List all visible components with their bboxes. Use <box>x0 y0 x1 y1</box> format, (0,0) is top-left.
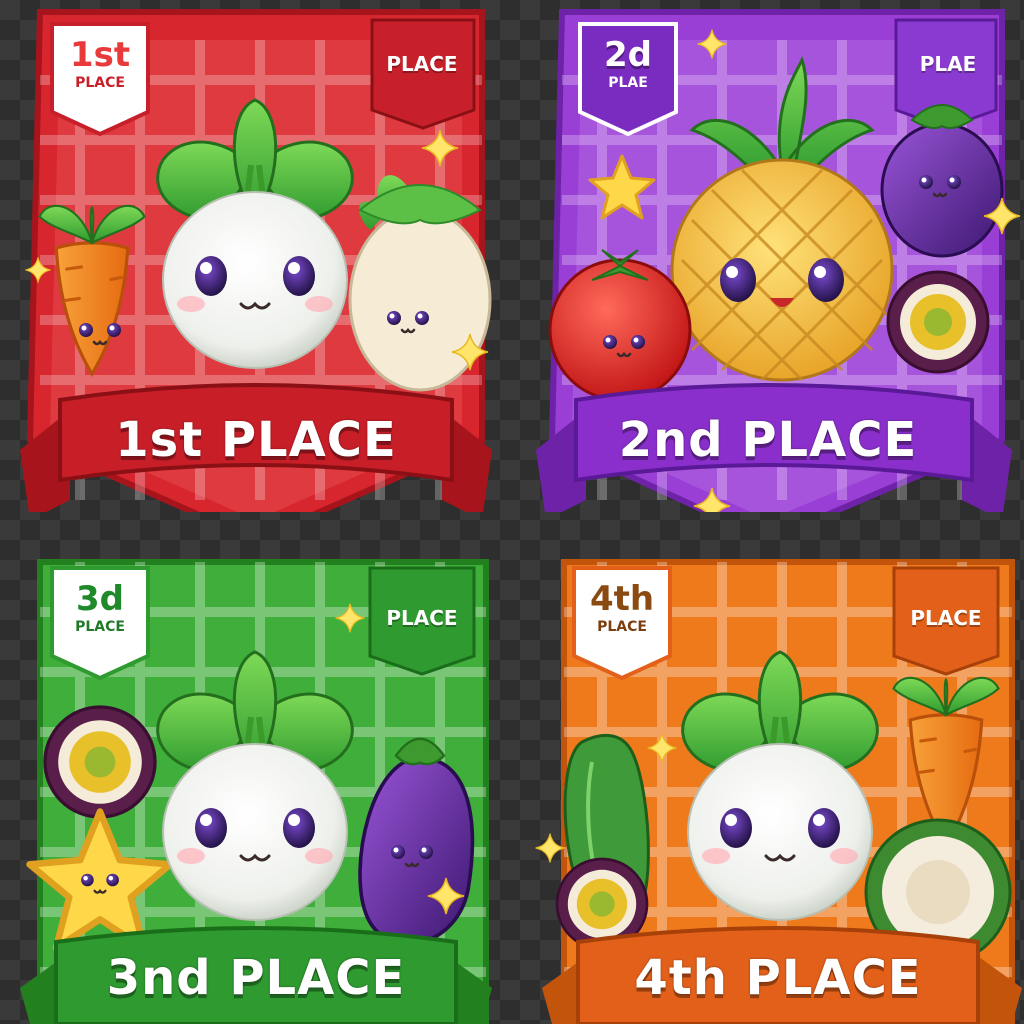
corner-rank-text: 1st <box>69 35 131 75</box>
corner-word-text: PLACE <box>597 619 647 635</box>
passion-fruit-icon <box>43 705 157 819</box>
place-tag: PLACE <box>386 606 458 630</box>
sparkle-icon <box>534 832 566 864</box>
corner-rank-badge: 4th PLACE <box>574 572 670 662</box>
banner-text: 3nd PLACE <box>106 950 406 1006</box>
corner-rank-badge: 2d PLAE <box>580 28 676 118</box>
banner-text: 4th PLACE <box>634 950 922 1006</box>
card-second-place: 2d PLAE PLAE 2nd PLACE <box>512 0 1024 512</box>
corner-rank-badge: 3d PLACE <box>52 572 148 662</box>
banner-text: 2nd PLACE <box>618 412 918 468</box>
corner-rank-text: 3d <box>76 579 124 619</box>
corner-word-text: PLAE <box>608 75 648 91</box>
corner-word-text: PLACE <box>75 619 125 635</box>
corner-word-text: PLACE <box>75 75 125 91</box>
card-fourth-place: 4th PLACE PLACE 4th PLACE <box>512 512 1024 1024</box>
corner-rank-badge: 1st PLACE <box>52 28 148 118</box>
place-tag: PLACE <box>910 606 982 630</box>
corner-rank-text: 4th <box>589 579 655 619</box>
corner-rank-text: 2d <box>604 35 652 75</box>
card-first-place: 1st PLACE PLACE 1st PLACE <box>0 0 512 512</box>
place-tag: PLAE <box>919 52 977 76</box>
card-third-place: 3d PLACE PLACE 3nd PLACE <box>0 512 512 1024</box>
place-tag: PLACE <box>386 52 458 76</box>
passion-fruit-icon <box>886 270 990 374</box>
banner-text: 1st PLACE <box>115 412 397 468</box>
